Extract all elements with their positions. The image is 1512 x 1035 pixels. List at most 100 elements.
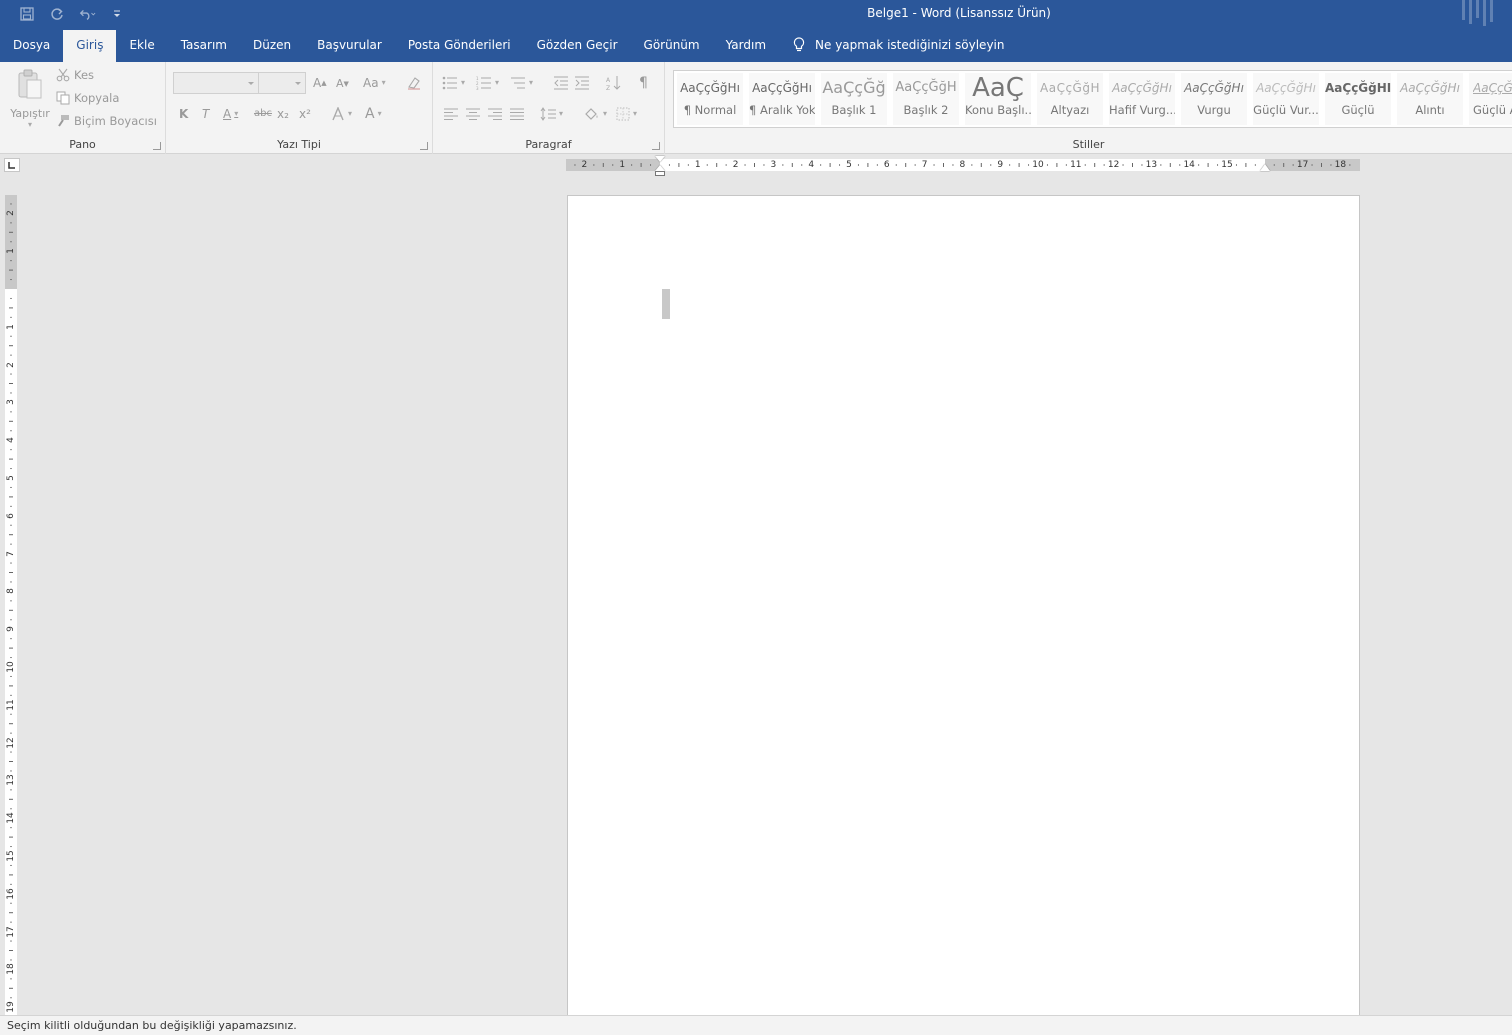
format-painter-button[interactable]: Biçim Boyacısı <box>56 111 157 131</box>
borders-button[interactable] <box>616 105 637 123</box>
text-effects-button[interactable] <box>331 105 352 123</box>
horizontal-ruler[interactable]: 2 1 1 2 3 4 5 6 7 8 9 10 11 12 13 14 15 17 18 <box>566 156 1360 176</box>
copy-label: Kopyala <box>74 91 120 105</box>
tab-ekle[interactable]: Ekle <box>116 28 167 62</box>
tab-basvurular[interactable]: Başvurular <box>304 28 395 62</box>
font-color-label: A <box>365 106 375 122</box>
underline-button[interactable]: A <box>223 105 238 123</box>
align-right-icon[interactable] <box>488 105 502 123</box>
vruler-label: 10 <box>6 661 16 673</box>
vruler-label: 6 <box>6 512 16 519</box>
italic-button[interactable]: T <box>202 105 209 123</box>
style-title[interactable]: AaÇ Konu Başlı... <box>965 73 1031 125</box>
copy-button[interactable]: Kopyala <box>56 88 119 108</box>
paste-button[interactable]: Yapıştır ▾ <box>8 68 52 132</box>
style-sample: AaÇçĞğHı <box>680 81 740 95</box>
tab-tasarim[interactable]: Tasarım <box>168 28 240 62</box>
ruler-label: 14 <box>1183 160 1195 170</box>
strikethrough-button[interactable]: abc <box>254 105 272 123</box>
shrink-font-icon[interactable]: A ▼ <box>336 75 349 93</box>
style-strong[interactable]: AaÇçĞğHI Güçlü <box>1325 73 1391 125</box>
tab-selector-button[interactable] <box>4 158 20 172</box>
first-line-indent-icon[interactable] <box>655 156 665 162</box>
multilevel-list-button[interactable] <box>510 74 533 92</box>
style-intense-emphasis[interactable]: AaÇçĞğHı Güçlü Vur... <box>1253 73 1319 125</box>
tell-me-label: Ne yapmak istediğinizi söyleyin <box>815 38 1005 52</box>
grow-font-icon[interactable]: A ▲ <box>313 74 327 92</box>
italic-label: T <box>202 107 210 121</box>
align-center-icon[interactable] <box>466 105 480 123</box>
style-emphasis[interactable]: AaÇçĞğHı Vurgu <box>1181 73 1247 125</box>
tab-gorunum[interactable]: Görünüm <box>631 28 713 62</box>
justify-icon[interactable] <box>510 105 524 123</box>
change-case-button[interactable]: Aa <box>363 74 386 92</box>
paste-dropdown-icon[interactable]: ▾ <box>8 120 52 129</box>
ruler-label: 13 <box>1145 160 1158 170</box>
sort-icon[interactable]: AZ <box>606 74 622 92</box>
right-indent-icon[interactable] <box>1260 164 1270 171</box>
tab-giris[interactable]: Giriş <box>63 30 117 62</box>
styles-group-label: Stiller <box>1072 138 1105 151</box>
vruler-label: 5 <box>6 475 16 481</box>
style-intense-quote[interactable]: AaÇçĞ Güçlü A <box>1469 73 1512 125</box>
style-name: Güçlü A <box>1473 103 1512 117</box>
font-color-button[interactable]: A <box>365 105 382 123</box>
vruler-label: 2 <box>6 361 16 368</box>
style-name: Altyazı <box>1050 103 1090 117</box>
style-no-spacing[interactable]: AaÇçĞğHı ¶ Aralık Yok <box>749 73 815 125</box>
clear-formatting-icon[interactable] <box>406 74 422 92</box>
style-name: Hafif Vurg... <box>1109 103 1175 117</box>
style-sample: AaÇçĞğHı <box>1400 81 1460 95</box>
ribbon-tabs: Dosya Giriş Ekle Tasarım Düzen Başvurula… <box>0 28 1512 62</box>
style-heading-1[interactable]: AaÇçĞğ Başlık 1 <box>821 73 887 125</box>
superscript-button[interactable]: x² <box>299 105 311 123</box>
style-quote[interactable]: AaÇçĞğHı Alıntı <box>1397 73 1463 125</box>
vertical-ruler[interactable]: 2 1 1 2 3 4 5 6 7 8 9 10 11 12 13 14 15 16 17 18 19 <box>5 195 17 1015</box>
style-normal[interactable]: AaÇçĞğHı ¶ Normal <box>677 73 743 125</box>
style-heading-2[interactable]: AaÇçĞğH Başlık 2 <box>893 73 959 125</box>
document-page[interactable] <box>567 195 1360 1035</box>
tab-posta-gonderileri[interactable]: Posta Gönderileri <box>395 28 524 62</box>
underline-label: A <box>223 107 232 121</box>
ruler-label: 15 <box>1221 160 1233 170</box>
tab-duzen[interactable]: Düzen <box>240 28 304 62</box>
line-spacing-button[interactable] <box>540 105 563 123</box>
numbering-button[interactable]: 123 <box>476 74 499 92</box>
vruler-label: 3 <box>6 399 16 406</box>
align-left-icon[interactable] <box>444 105 458 123</box>
left-indent-icon[interactable] <box>655 171 665 176</box>
cut-button[interactable]: Kes <box>56 65 94 85</box>
ruler-label: 8 <box>959 160 966 170</box>
font-dialog-launcher[interactable] <box>420 142 428 150</box>
ruler-label: 18 <box>1334 160 1347 170</box>
style-sample: AaÇçĞğH <box>1040 81 1100 95</box>
cut-label: Kes <box>74 68 95 82</box>
tab-gozden-gecir[interactable]: Gözden Geçir <box>524 28 631 62</box>
text-cursor <box>662 289 670 319</box>
decrease-indent-icon[interactable] <box>553 74 569 92</box>
paragraph-dialog-launcher[interactable] <box>652 142 660 150</box>
change-case-label: Aa <box>363 76 379 90</box>
bullets-button[interactable] <box>442 74 465 92</box>
style-name: Güçlü Vur... <box>1253 103 1319 117</box>
clipboard-dialog-launcher[interactable] <box>153 142 161 150</box>
shading-button[interactable] <box>584 105 607 123</box>
increase-indent-icon[interactable] <box>574 74 590 92</box>
font-size-combo[interactable] <box>258 72 306 94</box>
tab-dosya[interactable]: Dosya <box>0 28 63 62</box>
style-sample: AaÇçĞğH <box>895 80 957 95</box>
style-subtle-emphasis[interactable]: AaÇçĞğHı Hafif Vurg... <box>1109 73 1175 125</box>
show-formatting-button[interactable]: ¶ <box>639 74 648 92</box>
subscript-button[interactable]: x₂ <box>277 105 289 123</box>
format-painter-label: Biçim Boyacısı <box>74 114 157 128</box>
font-group-label: Yazı Tipi <box>277 138 321 151</box>
bold-button[interactable]: K <box>179 105 188 123</box>
tab-yardim[interactable]: Yardım <box>713 28 779 62</box>
ruler-label: 3 <box>770 160 777 170</box>
style-sample: AaÇçĞ <box>1473 81 1512 95</box>
style-subtitle[interactable]: AaÇçĞğH Altyazı <box>1037 73 1103 125</box>
font-name-combo[interactable] <box>173 72 259 94</box>
tell-me-box[interactable]: Ne yapmak istediğinizi söyleyin <box>779 28 1004 62</box>
numbered-list-icon: 123 <box>476 76 491 90</box>
style-name: Başlık 2 <box>903 103 949 117</box>
